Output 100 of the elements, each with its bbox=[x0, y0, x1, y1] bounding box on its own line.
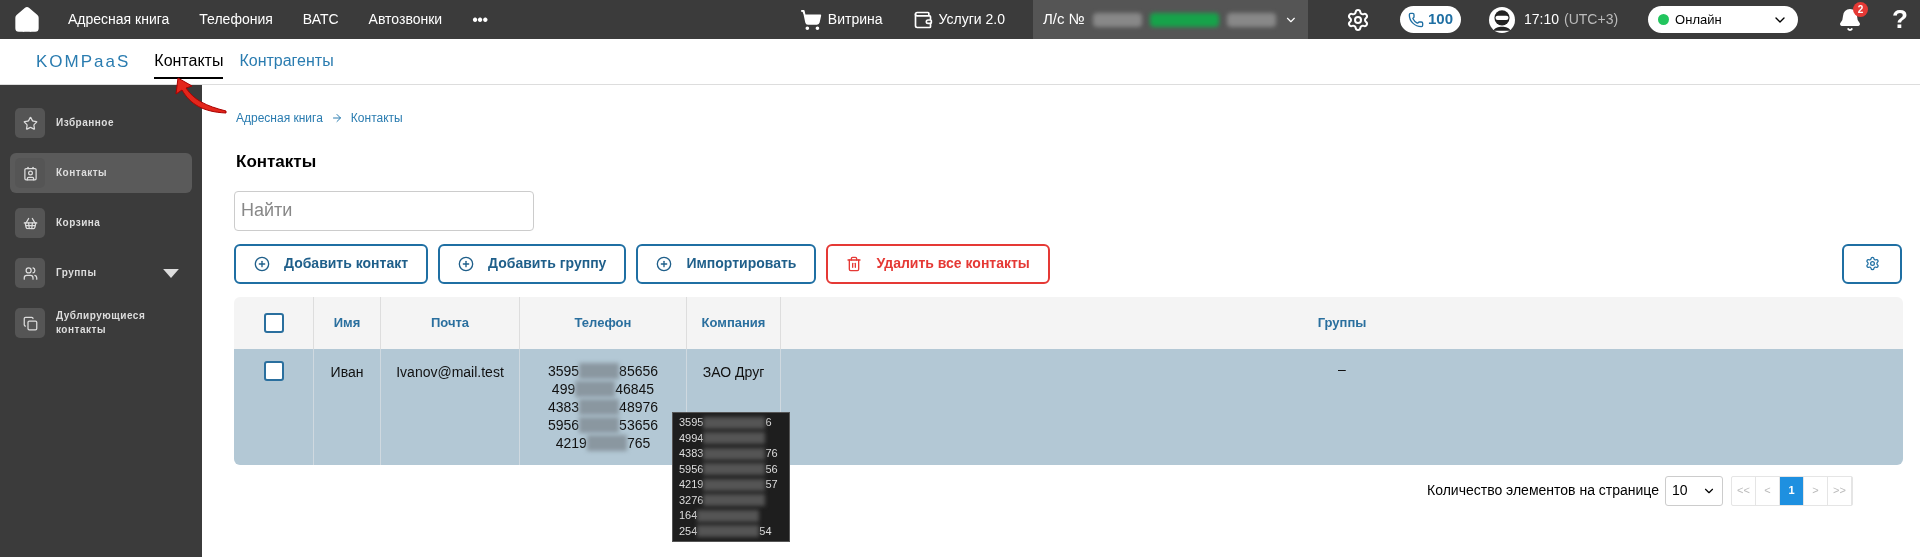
nav-link[interactable]: ВАТС bbox=[302, 9, 339, 30]
phone-number: 6 bbox=[765, 415, 772, 430]
blurred-block bbox=[579, 362, 620, 379]
blurred-block bbox=[703, 432, 766, 445]
column-header[interactable]: Имя bbox=[333, 312, 361, 333]
action-button[interactable]: Добавить контакт bbox=[234, 243, 429, 284]
help-button[interactable]: ? bbox=[1892, 0, 1908, 39]
column-header[interactable]: Почта bbox=[430, 312, 470, 333]
nav-link[interactable]: Витрина bbox=[827, 9, 883, 30]
phone-number: 765 bbox=[626, 433, 651, 452]
breadcrumb-link[interactable]: Адресная книга bbox=[236, 109, 323, 127]
column-header[interactable]: Телефон bbox=[574, 312, 632, 333]
phone-number: 53656 bbox=[619, 415, 659, 434]
blurred-block bbox=[1226, 12, 1277, 27]
plus-circle-icon bbox=[656, 255, 673, 272]
star-icon bbox=[22, 115, 38, 131]
search-field[interactable]: Найти bbox=[234, 190, 534, 231]
logo: KOMPaaS bbox=[36, 50, 131, 73]
blurred-block bbox=[575, 380, 616, 397]
phone-number: 4219 bbox=[555, 433, 587, 452]
checkbox[interactable] bbox=[263, 360, 284, 381]
status-label: Онлайн bbox=[1675, 10, 1722, 29]
sidebar-item[interactable]: Корзина bbox=[10, 203, 192, 243]
arrow-right-icon bbox=[330, 112, 343, 124]
blurred-block bbox=[697, 509, 760, 522]
status-select[interactable]: Онлайн bbox=[1648, 6, 1799, 33]
phone-number: 85656 bbox=[619, 361, 659, 380]
phone-number: 5956 bbox=[547, 415, 580, 434]
phone-number: 48976 bbox=[619, 397, 659, 416]
blurred-block bbox=[703, 463, 766, 476]
breadcrumb-link[interactable]: Контакты bbox=[350, 109, 403, 127]
basket-icon bbox=[22, 215, 38, 231]
phone-number: 4219 bbox=[679, 477, 704, 492]
bell-icon[interactable] bbox=[1838, 7, 1863, 32]
blurred-block bbox=[579, 398, 620, 415]
wallet-icon[interactable] bbox=[912, 9, 933, 30]
blurred-block bbox=[1150, 12, 1219, 27]
table-cell-text: ЗАО Друг bbox=[702, 362, 765, 382]
checkbox[interactable] bbox=[263, 312, 284, 333]
blurred-block bbox=[703, 416, 766, 429]
action-button[interactable]: Добавить группу bbox=[438, 243, 627, 284]
settings-icon bbox=[1864, 256, 1880, 271]
copy-icon bbox=[22, 315, 38, 331]
account-selector[interactable]: Л/с № bbox=[1032, 0, 1308, 39]
sidebar-label: Избранное bbox=[56, 116, 114, 130]
phone-number: 3595 bbox=[547, 361, 580, 380]
sidebar-label: Корзина bbox=[56, 216, 101, 230]
expand-triangle-icon[interactable] bbox=[163, 268, 179, 278]
nav-link[interactable]: Адресная книга bbox=[68, 9, 170, 30]
plus-circle-icon bbox=[254, 255, 270, 272]
phone-number: 76 bbox=[765, 446, 778, 461]
blurred-block bbox=[703, 494, 766, 507]
nav-link[interactable]: Телефония bbox=[199, 9, 273, 30]
sidebar-item[interactable]: Избранное bbox=[10, 103, 192, 143]
phone-number: 4383 bbox=[679, 446, 704, 461]
table-cell-text: – bbox=[1338, 359, 1346, 379]
phone-icon bbox=[1407, 11, 1424, 28]
blurred-block bbox=[1092, 12, 1142, 27]
home-icon[interactable] bbox=[12, 5, 42, 34]
sidebar-label: Контакты bbox=[56, 166, 108, 180]
nav-link[interactable]: Автозвонки bbox=[368, 9, 443, 30]
action-button[interactable]: Импортировать bbox=[636, 243, 817, 284]
calls-counter[interactable]: 100 bbox=[1399, 6, 1461, 33]
phone-number: 254 bbox=[679, 523, 698, 539]
blurred-block bbox=[579, 416, 620, 433]
phone-number: 3595 bbox=[679, 415, 704, 430]
plus-circle-icon bbox=[458, 255, 475, 272]
sidebar-item[interactable]: Дублирующиеся контакты bbox=[10, 303, 192, 343]
cart-icon[interactable] bbox=[799, 8, 822, 31]
phone-number: 57 bbox=[765, 477, 778, 492]
sidebar-label: Дублирующиеся контакты bbox=[56, 309, 147, 337]
phone-number: 4383 bbox=[547, 397, 580, 416]
account-label: Л/с № bbox=[1042, 9, 1085, 30]
blurred-block bbox=[697, 525, 760, 538]
clock-time: 17:10 bbox=[1524, 10, 1560, 29]
contact-card-icon bbox=[22, 165, 38, 181]
nav-link[interactable]: Услуги 2.0 bbox=[938, 9, 1005, 30]
table-cell-text: Иван bbox=[330, 362, 364, 382]
column-header[interactable]: Группы bbox=[1317, 312, 1367, 333]
phone-number: 499 bbox=[551, 379, 576, 398]
notification-badge: 2 bbox=[1853, 1, 1869, 17]
nav-tab[interactable]: Контрагенты bbox=[239, 44, 334, 79]
sidebar-label: Группы bbox=[56, 266, 97, 280]
blurred-block bbox=[703, 447, 766, 460]
settings-button[interactable] bbox=[1842, 243, 1902, 284]
avatar-icon[interactable] bbox=[1489, 6, 1515, 33]
page-size-select[interactable]: 10 bbox=[1665, 475, 1723, 506]
timezone: (UTC+3) bbox=[1564, 10, 1619, 29]
action-button[interactable]: Удалить все контакты bbox=[826, 243, 1050, 284]
page-size-label: Количество элементов на странице bbox=[1427, 481, 1659, 500]
nav-tab[interactable]: Контакты bbox=[154, 44, 224, 79]
more-menu[interactable]: ••• bbox=[472, 7, 488, 32]
users-icon bbox=[22, 265, 38, 281]
sidebar-item[interactable]: Контакты bbox=[10, 153, 192, 193]
blurred-block bbox=[586, 434, 627, 451]
trash-icon bbox=[846, 255, 863, 272]
page-title: Контакты bbox=[236, 151, 318, 173]
settings-icon[interactable] bbox=[1345, 7, 1370, 32]
sidebar-item[interactable]: Группы bbox=[10, 253, 192, 293]
column-header[interactable]: Компания bbox=[701, 312, 766, 333]
